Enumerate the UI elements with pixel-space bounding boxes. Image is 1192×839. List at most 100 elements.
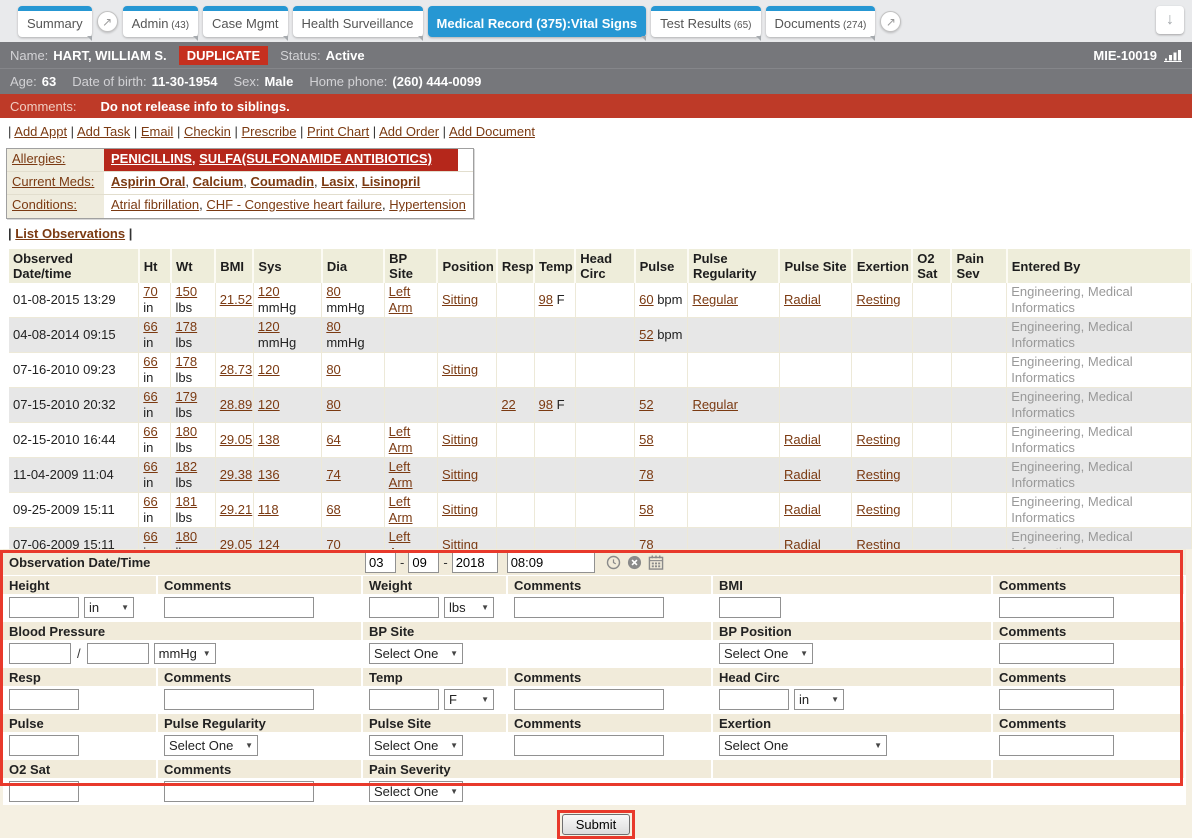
vital-value-link[interactable]: 80 [326, 397, 340, 412]
vital-value-link[interactable]: 182 [175, 459, 197, 474]
vital-value-link[interactable]: 78 [639, 537, 653, 549]
summary-item-aspirin-oral[interactable]: Aspirin Oral [111, 174, 185, 189]
bp-unit-select[interactable]: mmHg▼ [154, 643, 216, 664]
head-circ-input[interactable] [719, 689, 789, 710]
vital-value-link[interactable]: Left Arm [389, 494, 413, 525]
vital-value-link[interactable]: 136 [258, 467, 280, 482]
vital-value-link[interactable]: 120 [258, 397, 280, 412]
vital-value-link[interactable]: 52 [639, 327, 653, 342]
vital-value-link[interactable]: Left Arm [389, 424, 413, 455]
vital-value-link[interactable]: 66 [143, 354, 157, 369]
vital-value-link[interactable]: Sitting [442, 432, 478, 447]
summary-item-chf-congestive-heart-failure[interactable]: CHF - Congestive heart failure [206, 197, 382, 212]
calendar-icon[interactable] [648, 555, 664, 570]
diastolic-input[interactable] [87, 643, 149, 664]
action-link-add-document[interactable]: Add Document [449, 124, 535, 139]
vital-value-link[interactable]: 178 [175, 354, 197, 369]
vital-value-link[interactable]: 58 [639, 432, 653, 447]
weight-unit-select[interactable]: lbs▼ [444, 597, 494, 618]
vital-value-link[interactable]: Radial [784, 292, 821, 307]
scroll-down-button[interactable]: ↓ [1156, 6, 1184, 34]
tab-documents[interactable]: Documents (274) [766, 6, 876, 37]
vital-value-link[interactable]: 28.73 [220, 362, 253, 377]
vital-value-link[interactable]: 120 [258, 319, 280, 334]
vital-value-link[interactable]: 66 [143, 529, 157, 544]
summary-item-coumadin[interactable]: Coumadin [250, 174, 314, 189]
action-link-add-appt[interactable]: Add Appt [14, 124, 67, 139]
resp-comments-input[interactable] [164, 689, 314, 710]
vital-value-link[interactable]: 180 [175, 529, 197, 544]
vital-value-link[interactable]: Sitting [442, 537, 478, 549]
vital-value-link[interactable]: Radial [784, 467, 821, 482]
summary-label-current-meds[interactable]: Current Meds: [12, 174, 94, 189]
vital-value-link[interactable]: 66 [143, 459, 157, 474]
pulse-site-select[interactable]: Select One▼ [369, 735, 463, 756]
bp-site-select[interactable]: Select One▼ [369, 643, 463, 664]
vital-value-link[interactable]: 98 [539, 397, 553, 412]
vital-value-link[interactable]: 78 [639, 467, 653, 482]
vital-value-link[interactable]: 68 [326, 502, 340, 517]
action-link-prescribe[interactable]: Prescribe [242, 124, 297, 139]
vital-value-link[interactable]: 21.52 [220, 292, 253, 307]
o2-comments-input[interactable] [164, 781, 314, 802]
vital-value-link[interactable]: Radial [784, 537, 821, 549]
vital-value-link[interactable]: 74 [326, 467, 340, 482]
vital-value-link[interactable]: Resting [856, 432, 900, 447]
vital-value-link[interactable]: 66 [143, 389, 157, 404]
head-circ-unit-select[interactable]: in▼ [794, 689, 844, 710]
tab-test-results[interactable]: Test Results (65) [651, 6, 760, 37]
summary-item-lisinopril[interactable]: Lisinopril [362, 174, 421, 189]
popout-icon[interactable]: ↗ [880, 11, 901, 32]
tab-medical-record-375-vital-signs[interactable]: Medical Record (375):Vital Signs [428, 6, 647, 37]
vital-value-link[interactable]: 64 [326, 432, 340, 447]
summary-label-conditions[interactable]: Conditions: [12, 197, 77, 212]
vital-value-link[interactable]: 179 [175, 389, 197, 404]
height-input[interactable] [9, 597, 79, 618]
vital-value-link[interactable]: 29.05 [220, 537, 253, 549]
vital-value-link[interactable]: Regular [692, 292, 738, 307]
vital-value-link[interactable]: 29.38 [220, 467, 253, 482]
vital-value-link[interactable]: Sitting [442, 362, 478, 377]
vital-value-link[interactable]: 138 [258, 432, 280, 447]
vital-value-link[interactable]: Sitting [442, 502, 478, 517]
summary-item-penicillins[interactable]: PENICILLINS [111, 151, 192, 166]
vital-value-link[interactable]: 66 [143, 494, 157, 509]
vital-value-link[interactable]: 124 [258, 537, 280, 549]
vital-value-link[interactable]: 58 [639, 502, 653, 517]
vital-value-link[interactable]: Resting [856, 292, 900, 307]
vital-value-link[interactable]: 80 [326, 362, 340, 377]
systolic-input[interactable] [9, 643, 71, 664]
weight-input[interactable] [369, 597, 439, 618]
clear-icon[interactable] [627, 555, 642, 570]
o2-sat-input[interactable] [9, 781, 79, 802]
vital-value-link[interactable]: 66 [143, 319, 157, 334]
vital-value-link[interactable]: Resting [856, 467, 900, 482]
list-observations-link[interactable]: List Observations [15, 226, 125, 241]
summary-item-lasix[interactable]: Lasix [321, 174, 354, 189]
vital-value-link[interactable]: 29.05 [220, 432, 253, 447]
bmi-comments-input[interactable] [999, 597, 1114, 618]
summary-item-calcium[interactable]: Calcium [193, 174, 244, 189]
summary-item-sulfa-sulfonamide-antibiotics[interactable]: SULFA(SULFONAMIDE ANTIBIOTICS) [199, 151, 432, 166]
bp-position-select[interactable]: Select One▼ [719, 643, 813, 664]
summary-item-hypertension[interactable]: Hypertension [389, 197, 466, 212]
head-circ-comments-input[interactable] [999, 689, 1114, 710]
obs-month-input[interactable] [365, 552, 396, 573]
vital-value-link[interactable]: 98 [539, 292, 553, 307]
vital-value-link[interactable]: Sitting [442, 292, 478, 307]
clock-icon[interactable] [606, 555, 621, 570]
obs-day-input[interactable] [408, 552, 439, 573]
tab-summary[interactable]: Summary [18, 6, 92, 37]
obs-year-input[interactable] [452, 552, 498, 573]
vital-value-link[interactable]: 120 [258, 362, 280, 377]
exertion-comments-input[interactable] [999, 735, 1114, 756]
pain-severity-select[interactable]: Select One▼ [369, 781, 463, 802]
height-unit-select[interactable]: in▼ [84, 597, 134, 618]
vital-value-link[interactable]: 120 [258, 284, 280, 299]
vital-value-link[interactable]: 28.89 [220, 397, 253, 412]
tab-health-surveillance[interactable]: Health Surveillance [293, 6, 423, 37]
vital-value-link[interactable]: 80 [326, 284, 340, 299]
vital-value-link[interactable]: Resting [856, 502, 900, 517]
vital-value-link[interactable]: Radial [784, 502, 821, 517]
summary-label-allergies[interactable]: Allergies: [12, 151, 65, 166]
